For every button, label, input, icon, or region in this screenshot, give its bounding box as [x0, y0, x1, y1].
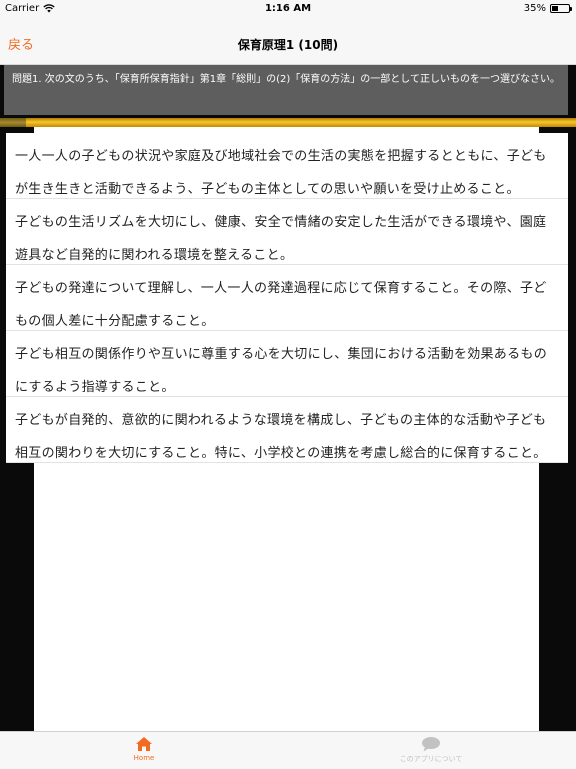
tab-home[interactable]: Home [84, 736, 204, 762]
status-bar: Carrier 1:16 AM 35% [0, 0, 576, 18]
battery-fill [552, 6, 558, 11]
progress-marker [0, 118, 26, 127]
question-text: 問題1. 次の文のうち、「保育所保育指針」第1章「総則」の(2)「保育の方法」の… [12, 74, 560, 85]
battery-percent: 35% [523, 3, 546, 14]
page-title: 保育原理1 (10問) [237, 38, 339, 52]
progress-bar [0, 118, 576, 127]
tab-bar: Home このアプリについて [0, 731, 576, 769]
speech-bubble-icon [422, 737, 440, 752]
answer-options: 一人一人の子どもの状況や家庭及び地域社会での生活の実態を把握するとともに、子ども… [6, 133, 568, 463]
answer-option-5[interactable]: 子どもが自発的、意欲的に関われるような環境を構成し、子どもの主体的な活動や子ども… [6, 397, 568, 463]
navigation-bar: 戻る 保育原理1 (10問) [0, 18, 576, 65]
tab-about-label: このアプリについて [399, 755, 463, 763]
home-icon [136, 737, 152, 751]
status-time: 1:16 AM [264, 3, 312, 14]
back-button[interactable]: 戻る [8, 34, 34, 53]
question-box: 問題1. 次の文のうち、「保育所保育指針」第1章「総則」の(2)「保育の方法」の… [4, 65, 568, 115]
answer-option-1[interactable]: 一人一人の子どもの状況や家庭及び地域社会での生活の実態を把握するとともに、子ども… [6, 133, 568, 199]
battery-icon [550, 4, 572, 13]
tab-home-label: Home [133, 754, 155, 762]
status-right: 35% [523, 3, 572, 14]
answer-option-4[interactable]: 子ども相互の関係作りや互いに尊重する心を大切にし、集団における活動を効果あるもの… [6, 331, 568, 397]
answer-option-3[interactable]: 子どもの発達について理解し、一人一人の発達過程に応じて保育すること。その際、子ど… [6, 265, 568, 331]
tab-about[interactable]: このアプリについて [371, 736, 491, 764]
answer-option-2[interactable]: 子どもの生活リズムを大切にし、健康、安全で情緒の安定した生活ができる環境や、園庭… [6, 199, 568, 265]
